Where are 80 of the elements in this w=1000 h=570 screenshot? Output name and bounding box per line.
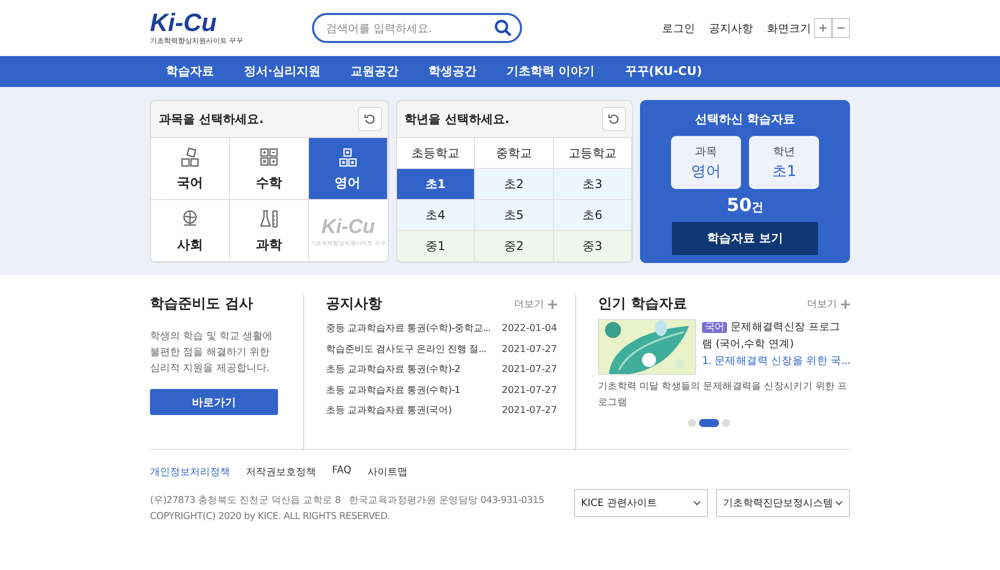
font-size-button[interactable]: − — [832, 18, 850, 38]
grade-option[interactable]: 초3 — [554, 169, 632, 200]
grade-option[interactable]: 초4 — [396, 200, 476, 231]
grade-option[interactable]: 중1 — [396, 231, 476, 262]
font-size-label: 화면크기 — [767, 20, 811, 36]
grade-option[interactable]: 중2 — [475, 231, 554, 262]
material-link[interactable]: 1. 문제해결력 신장을 위한 국... — [702, 355, 850, 367]
caret-icon — [693, 499, 701, 507]
nav-item[interactable]: 기초학력 이야기 — [492, 63, 610, 80]
go-button[interactable]: 바로가기 — [150, 389, 278, 415]
carousel-dot[interactable] — [688, 419, 696, 427]
nav-item[interactable]: 꾸꾸(KU-CU) — [610, 63, 718, 80]
nav-item[interactable]: 정서·심리지원 — [229, 63, 336, 80]
grade-option[interactable]: 초6 — [554, 200, 632, 231]
nav-item[interactable]: 학습자료 — [150, 63, 229, 80]
section-title: 인기 학습자료 — [598, 295, 687, 313]
flask-icon — [258, 208, 280, 230]
notice-date: 2021-07-27 — [502, 404, 557, 418]
section-title: 학습준비도 검사 — [150, 295, 254, 313]
nav-item[interactable]: 교원공간 — [336, 63, 414, 80]
search-input[interactable]: 검색어를 입력하세요. — [324, 20, 494, 36]
copyright-text: COPYRIGHT(C) 2020 by KICE. ALL RIGHTS RESERVED. — [150, 510, 392, 524]
caret-icon — [835, 499, 843, 507]
reset-icon — [607, 112, 622, 126]
notice-title[interactable]: 초등 교과학습자료 통권(수학)-1 — [326, 382, 460, 399]
header-link[interactable]: 공지사항 — [709, 20, 753, 36]
selection-label: 과목 — [695, 144, 718, 159]
section-description: 학생의 학습 및 학교 생활에 불편한 점을 해결하기 위한 심리적 지원을 제공합니다. — [150, 330, 274, 376]
search-icon[interactable] — [494, 19, 512, 37]
panel-title: 과목을 선택하세요. — [159, 110, 264, 128]
notice-date: 2022-01-04 — [502, 322, 557, 336]
header-link[interactable]: 로그인 — [662, 20, 695, 36]
notice-date: 2021-07-27 — [502, 384, 557, 398]
section-title: 공지사항 — [326, 295, 382, 313]
grade-option[interactable]: 초2 — [475, 169, 554, 200]
address-text: (우)27873 충청북도 진천군 덕산읍 교학로 8 한국교육과정평가원 운영담당 043-931-0315 — [150, 494, 546, 508]
subject-option[interactable]: 사회 — [151, 200, 230, 262]
footer-link[interactable]: 사이트맵 — [367, 465, 408, 479]
notice-title[interactable]: 학습준비도 검사도구 온라인 진행 절... — [326, 342, 486, 358]
more-link[interactable]: 더보기 — [514, 297, 557, 311]
more-link[interactable]: 더보기 — [807, 297, 850, 311]
notice-date: 2021-07-27 — [502, 342, 557, 356]
reset-icon — [362, 112, 377, 126]
notice-title[interactable]: 초등 교과학습자료 통권(국어) — [326, 403, 452, 420]
material-description: 기초학력 미달 학생들의 문제해결력을 신장시키기 위한 프로그램 — [598, 380, 848, 410]
selection-label: 학년 — [773, 144, 796, 159]
panel-title: 학년을 선택하세요. — [404, 110, 510, 128]
grade-option[interactable]: 중3 — [554, 231, 632, 262]
subject-tag: 국어 — [702, 322, 728, 333]
footer-link[interactable]: FAQ — [332, 465, 352, 479]
selection-value: 영어 — [691, 162, 722, 181]
nav-item[interactable]: 학생공간 — [414, 63, 492, 80]
view-materials-button[interactable]: 학습자료 보기 — [672, 222, 818, 255]
selection-value: 초1 — [772, 162, 796, 181]
site-select[interactable]: KICE 관련사이트 — [574, 489, 708, 517]
reset-button[interactable] — [602, 107, 626, 131]
subject-option[interactable]: 영어 — [308, 138, 388, 200]
result-count: 50 — [726, 195, 752, 216]
count-unit: 건 — [752, 199, 764, 216]
plus-icon — [548, 300, 557, 308]
summary-title: 선택하신 학습자료 — [695, 111, 796, 128]
subject-option[interactable]: 과학 — [230, 200, 309, 262]
site-select[interactable]: 기초학력진단보정시스템 — [716, 489, 850, 517]
notice-date: 2021-07-27 — [502, 363, 557, 377]
calc-icon — [258, 146, 280, 168]
notice-title[interactable]: 초등 교과학습자료 통권(수학)-2 — [326, 362, 460, 378]
subject-option[interactable]: 국어 — [151, 138, 230, 200]
font-size-button[interactable]: + — [814, 18, 832, 38]
footer-link[interactable]: 개인정보처리정책 — [150, 465, 230, 479]
search-field[interactable]: 검색어를 입력하세요. — [312, 13, 522, 43]
plus-icon — [841, 300, 850, 308]
footer-link[interactable]: 저작권보호정책 — [246, 465, 316, 479]
carousel-dot[interactable] — [722, 419, 730, 427]
reset-button[interactable] — [358, 107, 382, 131]
subject-option[interactable]: 수학 — [230, 138, 309, 200]
grade-option[interactable]: 초5 — [475, 200, 554, 231]
grade-option[interactable]: 초1 — [396, 169, 476, 200]
blocks-icon — [178, 146, 201, 168]
material-title[interactable]: 국어 문제해결력신장 프로그램 (국어,수학 연계) — [702, 319, 850, 353]
notice-title[interactable]: 중등 교과학습자료 통권(수학)-중학교... — [326, 321, 490, 338]
